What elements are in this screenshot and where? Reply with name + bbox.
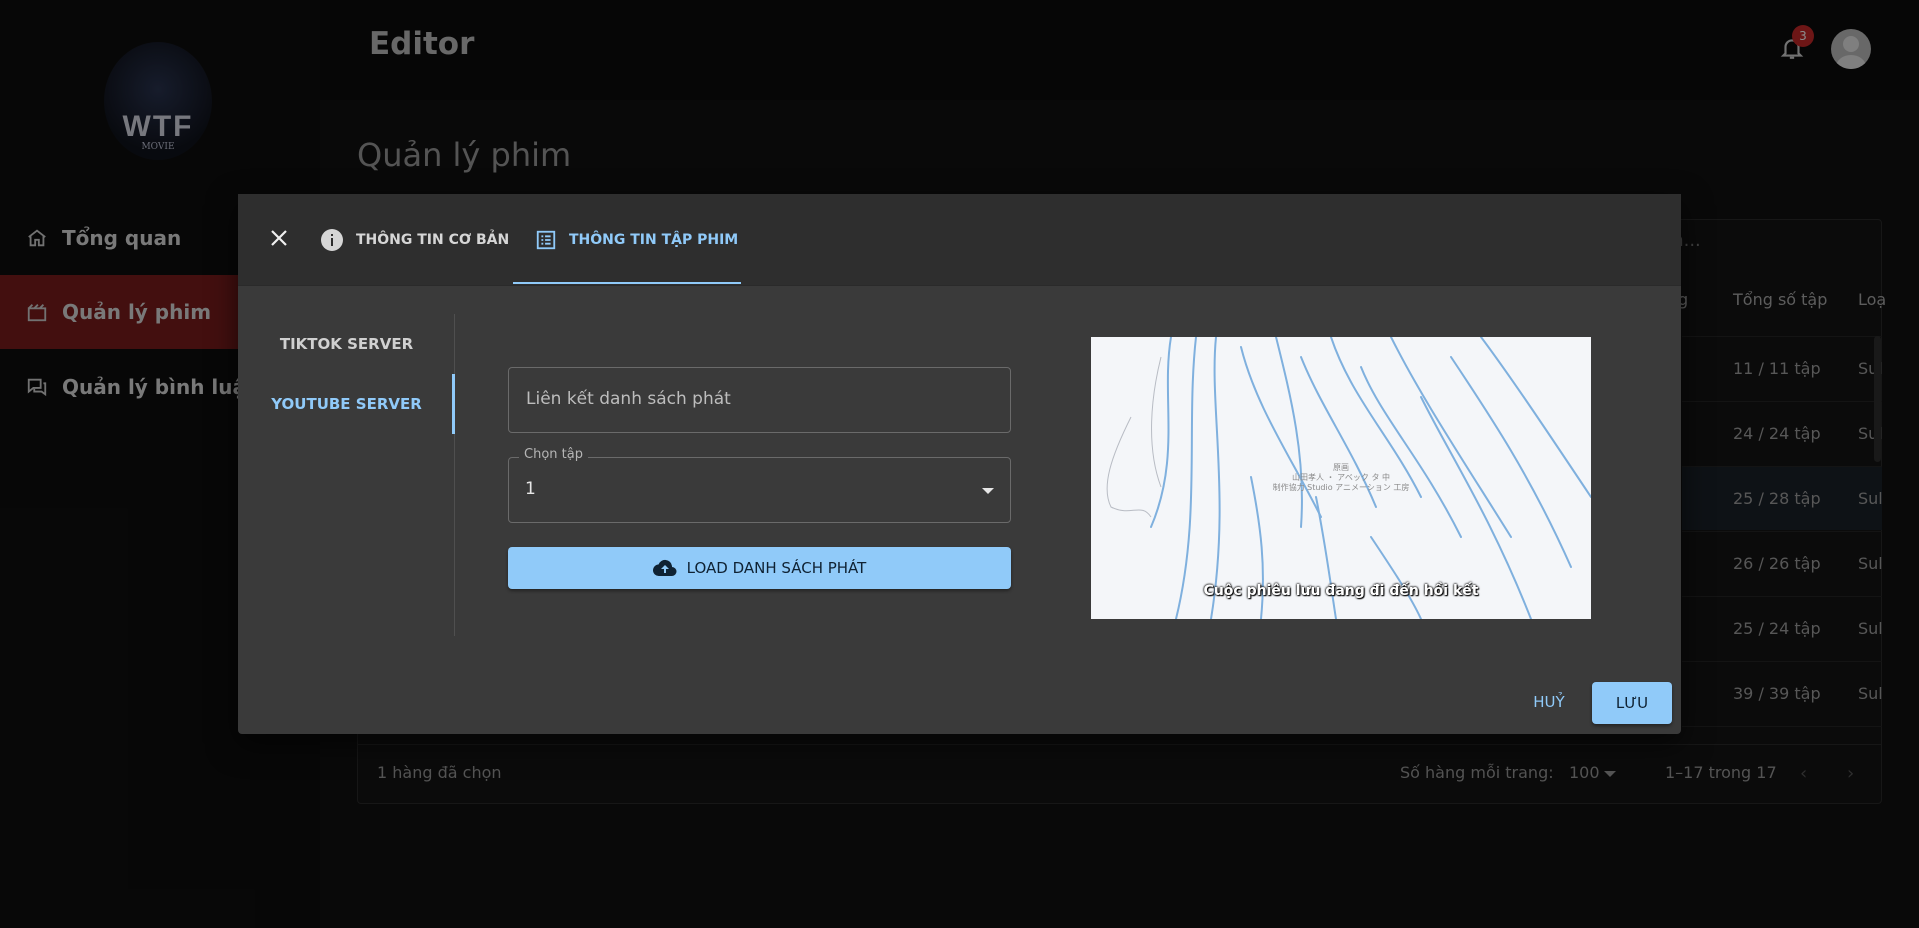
tab-label: THÔNG TIN CƠ BẢN [356,232,510,248]
cancel-button[interactable]: HUỶ [1517,682,1581,722]
video-subtitle: Cuộc phiêu lưu đang đi đến hồi kết [1203,583,1479,599]
save-button[interactable]: LƯU [1592,682,1672,724]
list-icon [535,229,557,251]
tab-episode-info[interactable]: THÔNG TIN TẬP PHIM [535,194,738,286]
cloud-upload-icon [652,559,677,577]
active-tab-indicator [513,282,741,284]
info-icon [320,228,344,252]
active-server-indicator [452,374,455,434]
edit-movie-dialog: THÔNG TIN CƠ BẢN THÔNG TIN TẬP PHIM TIKT… [238,194,1681,734]
dialog-header: THÔNG TIN CƠ BẢN THÔNG TIN TẬP PHIM [238,194,1681,286]
close-button[interactable] [263,224,295,256]
playlist-link-placeholder: Liên kết danh sách phát [526,389,731,409]
close-icon [270,229,288,251]
load-playlist-button[interactable]: LOAD DANH SÁCH PHÁT [508,547,1011,589]
load-playlist-label: LOAD DANH SÁCH PHÁT [686,559,867,577]
tab-basic-info[interactable]: THÔNG TIN CƠ BẢN [320,194,509,286]
episode-select-label: Chọn tập [519,447,588,462]
episode-select-value: 1 [525,479,536,499]
tab-tiktok-server[interactable]: TIKTOK SERVER [238,314,455,374]
server-tabs: TIKTOK SERVER YOUTUBE SERVER [238,314,455,636]
tab-label: THÔNG TIN TẬP PHIM [569,232,739,248]
video-preview[interactable]: 原画 山田孝人 ・ アベック タ 中 制作協力 Studio アニメーション 工… [1091,337,1591,619]
playlist-link-field[interactable]: Liên kết danh sách phát [508,367,1011,433]
video-credits: 原画 山田孝人 ・ アベック タ 中 制作協力 Studio アニメーション 工… [1272,463,1410,492]
episode-select[interactable]: Chọn tập 1 [508,447,1011,523]
tab-youtube-server[interactable]: YOUTUBE SERVER [238,374,455,434]
chevron-down-icon [982,488,994,494]
